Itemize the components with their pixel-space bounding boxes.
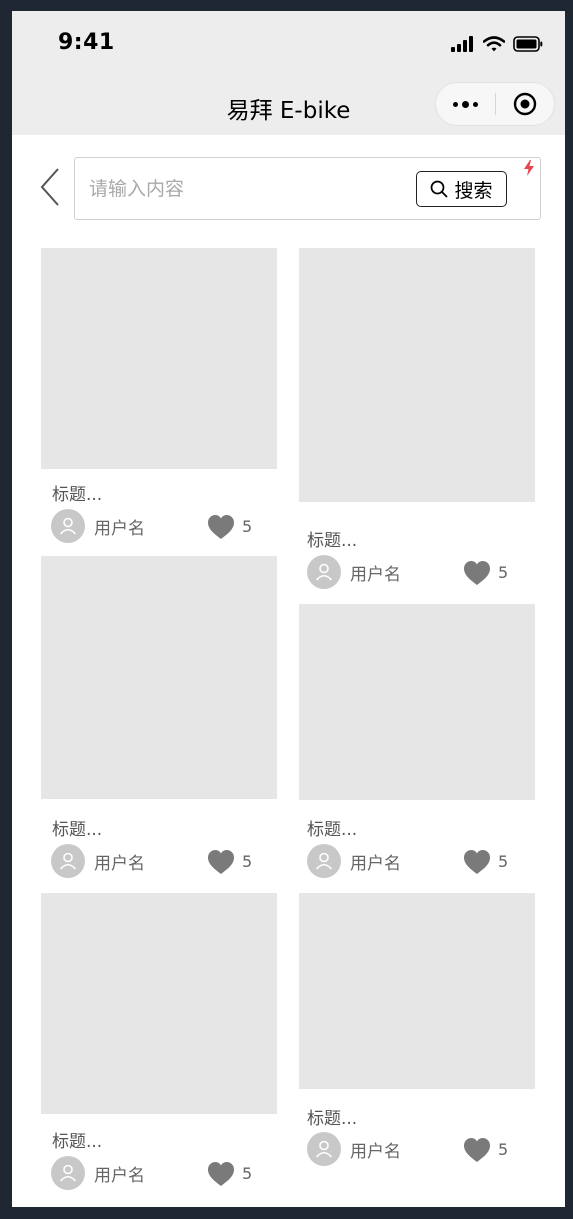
heart-icon[interactable] bbox=[207, 514, 235, 540]
battery-icon bbox=[513, 36, 543, 52]
card-meta: 用户名 5 bbox=[51, 509, 271, 545]
card-title: 标题... bbox=[52, 820, 103, 840]
like-count: 5 bbox=[498, 852, 509, 871]
heart-icon[interactable] bbox=[463, 560, 491, 586]
card-meta: 用户名 5 bbox=[307, 1132, 527, 1168]
user-icon bbox=[59, 1164, 77, 1182]
card-title: 标题... bbox=[52, 485, 103, 505]
heart-icon[interactable] bbox=[463, 849, 491, 875]
user-icon bbox=[315, 563, 333, 581]
username: 用户名 bbox=[94, 1166, 145, 1186]
search-button-label: 搜索 bbox=[454, 179, 493, 202]
avatar bbox=[307, 1132, 341, 1166]
status-bar: 9:41 bbox=[12, 11, 565, 81]
more-dots-icon bbox=[452, 100, 478, 108]
heart-icon[interactable] bbox=[207, 1161, 235, 1187]
user-icon bbox=[315, 852, 333, 870]
flash-icon bbox=[524, 160, 534, 176]
search-icon bbox=[431, 180, 448, 198]
card-image bbox=[299, 604, 535, 800]
feed-card[interactable]: 标题... 用户名 5 bbox=[41, 893, 277, 1203]
card-image bbox=[41, 893, 277, 1114]
heart-icon[interactable] bbox=[207, 849, 235, 875]
user-icon bbox=[315, 1140, 333, 1158]
search-button[interactable]: 搜索 bbox=[416, 171, 507, 207]
username: 用户名 bbox=[350, 854, 401, 874]
close-miniprogram-button[interactable] bbox=[495, 83, 554, 125]
target-icon bbox=[513, 92, 536, 116]
card-title: 标题... bbox=[307, 820, 358, 840]
card-title: 标题... bbox=[52, 1132, 103, 1152]
card-image bbox=[299, 893, 535, 1089]
feed-card[interactable]: 标题... 用户名 5 bbox=[299, 893, 535, 1173]
like-count: 5 bbox=[242, 1164, 253, 1183]
card-meta: 用户名 5 bbox=[51, 1156, 271, 1192]
user-icon bbox=[59, 852, 77, 870]
chevron-left-icon[interactable] bbox=[36, 165, 66, 209]
feed-card[interactable]: 标题... 用户名 5 bbox=[299, 248, 535, 593]
username: 用户名 bbox=[94, 854, 145, 874]
avatar bbox=[51, 844, 85, 878]
search-box: 搜索 bbox=[74, 157, 541, 220]
wifi-icon bbox=[483, 36, 505, 52]
username: 用户名 bbox=[350, 1142, 401, 1162]
card-image bbox=[299, 248, 535, 502]
username: 用户名 bbox=[94, 519, 145, 539]
card-title: 标题... bbox=[307, 531, 358, 551]
feed-card[interactable]: 标题... 用户名 5 bbox=[41, 556, 277, 882]
card-image bbox=[41, 248, 277, 469]
like-count: 5 bbox=[498, 563, 509, 582]
nav-bar: 易拜 E-bike bbox=[12, 81, 565, 135]
like-count: 5 bbox=[498, 1140, 509, 1159]
status-time: 9:41 bbox=[58, 30, 115, 55]
card-meta: 用户名 5 bbox=[307, 555, 527, 591]
card-image bbox=[41, 556, 277, 799]
like-count: 5 bbox=[242, 517, 253, 536]
status-icons bbox=[451, 33, 543, 55]
feed-card[interactable]: 标题... 用户名 5 bbox=[41, 248, 277, 548]
phone-screen: 9:41 易拜 E-bike 请输入内容 搜索 标题... 用户名 5 标题..… bbox=[12, 11, 565, 1207]
username: 用户名 bbox=[350, 565, 401, 585]
card-meta: 用户名 5 bbox=[307, 844, 527, 880]
avatar bbox=[51, 1156, 85, 1190]
more-button[interactable] bbox=[436, 83, 495, 125]
avatar bbox=[307, 844, 341, 878]
signal-icon bbox=[451, 36, 473, 52]
search-input[interactable] bbox=[87, 168, 411, 210]
search-row: 搜索 bbox=[12, 135, 565, 235]
heart-icon[interactable] bbox=[463, 1137, 491, 1163]
user-icon bbox=[59, 517, 77, 535]
card-meta: 用户名 5 bbox=[51, 844, 271, 880]
miniprogram-capsule bbox=[435, 82, 555, 126]
like-count: 5 bbox=[242, 852, 253, 871]
avatar bbox=[51, 509, 85, 543]
avatar bbox=[307, 555, 341, 589]
card-title: 标题... bbox=[307, 1109, 358, 1129]
feed-card[interactable]: 标题... 用户名 5 bbox=[299, 604, 535, 884]
